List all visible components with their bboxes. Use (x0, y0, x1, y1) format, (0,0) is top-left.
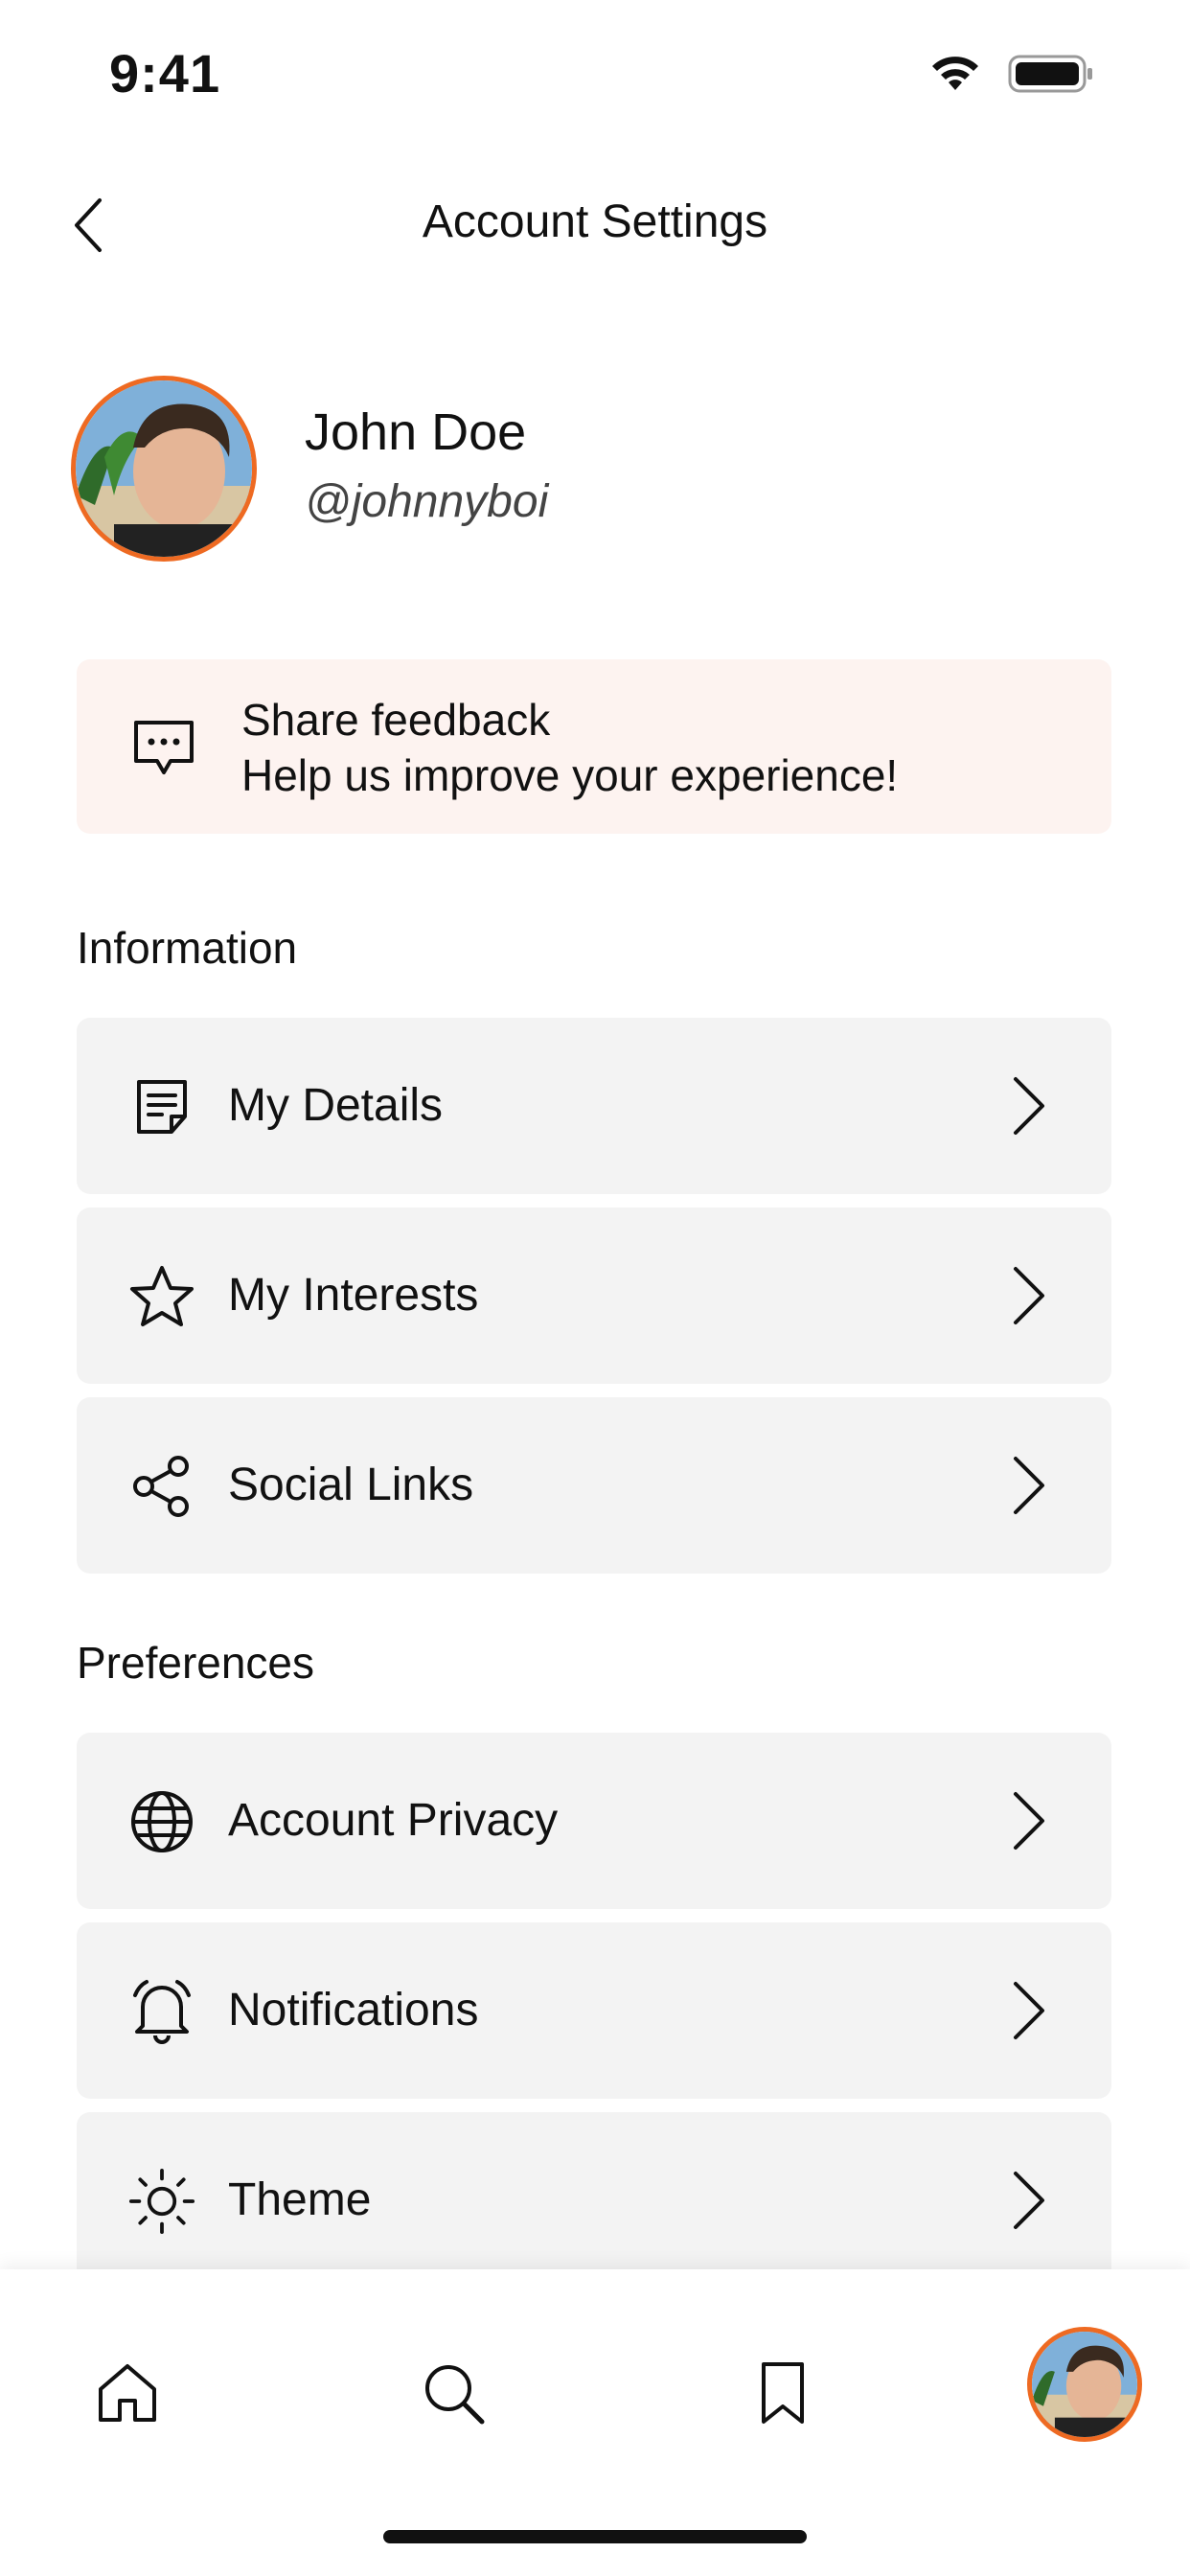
chevron-right-icon (1014, 2172, 1044, 2229)
nav-home-button[interactable] (84, 2350, 171, 2436)
settings-row-social-links[interactable]: Social Links (77, 1397, 1111, 1574)
page-title: Account Settings (422, 196, 768, 247)
settings-row-label: My Details (228, 1080, 444, 1131)
bell-icon (128, 1978, 195, 2045)
settings-row-my-details[interactable]: My Details (77, 1018, 1111, 1194)
avatar[interactable] (71, 376, 257, 562)
feedback-subtitle: Help us improve your experience! (241, 750, 899, 800)
profile-photo (1032, 2332, 1137, 2437)
feedback-title: Share feedback (241, 695, 551, 745)
chevron-right-icon (1014, 1982, 1044, 2039)
status-time: 9:41 (109, 43, 221, 104)
settings-row-account-privacy[interactable]: Account Privacy (77, 1733, 1111, 1909)
battery-icon (1008, 55, 1092, 93)
settings-row-label: Notifications (228, 1985, 479, 2036)
home-icon (99, 2364, 156, 2422)
profile-handle: @johnnyboi (305, 476, 549, 527)
star-icon (128, 1263, 195, 1330)
settings-row-notifications[interactable]: Notifications (77, 1922, 1111, 2099)
document-icon (128, 1073, 195, 1140)
settings-row-label: Theme (228, 2174, 372, 2225)
globe-icon (128, 1788, 195, 1855)
nav-search-button[interactable] (410, 2350, 496, 2436)
share-icon (128, 1453, 195, 1520)
account-settings-screen: 9:41 Account Settings John Doe @johnnybo… (0, 0, 1190, 2576)
chevron-right-icon (1014, 1792, 1044, 1850)
wifi-icon (932, 57, 978, 90)
status-icons (927, 54, 1094, 94)
chevron-right-icon (1014, 1457, 1044, 1514)
share-feedback-card[interactable]: Share feedback Help us improve your expe… (77, 659, 1111, 834)
bottom-nav (0, 2269, 1190, 2576)
profile-name: John Doe (305, 403, 527, 461)
sun-icon (128, 2168, 195, 2235)
section-title-preferences: Preferences (77, 1638, 315, 1688)
settings-row-label: Social Links (228, 1460, 474, 1510)
message-dots-icon (134, 721, 194, 774)
home-indicator (383, 2530, 807, 2543)
bookmark-icon (762, 2362, 804, 2424)
chevron-right-icon (1014, 1077, 1044, 1135)
profile-photo (76, 380, 252, 557)
settings-row-my-interests[interactable]: My Interests (77, 1208, 1111, 1384)
chevron-right-icon (1014, 1267, 1044, 1324)
nav-bookmark-button[interactable] (740, 2350, 826, 2436)
section-title-information: Information (77, 923, 298, 973)
settings-row-label: Account Privacy (228, 1795, 559, 1846)
settings-row-theme[interactable]: Theme (77, 2112, 1111, 2288)
settings-row-label: My Interests (228, 1270, 479, 1321)
search-icon (425, 2365, 485, 2425)
nav-profile-avatar[interactable] (1027, 2327, 1142, 2442)
